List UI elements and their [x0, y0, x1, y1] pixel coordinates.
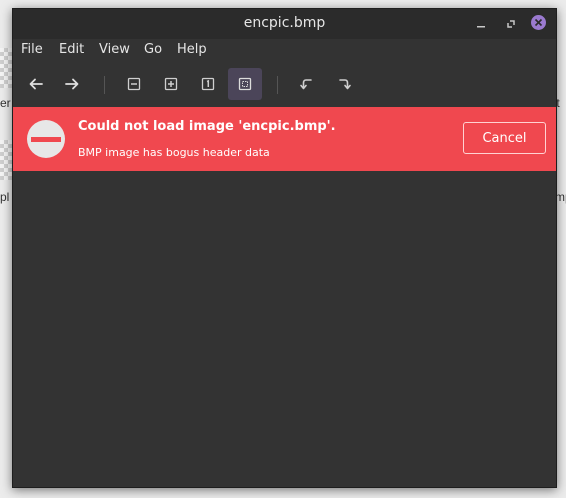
- background-label: er: [0, 96, 11, 110]
- menu-view[interactable]: View: [99, 42, 130, 57]
- zoom-out-icon: [127, 77, 141, 91]
- menu-go[interactable]: Go: [144, 42, 162, 57]
- error-infobar: Could not load image 'encpic.bmp'. BMP i…: [13, 107, 556, 171]
- forward-icon: [65, 78, 79, 90]
- maximize-icon: [507, 20, 515, 28]
- rotate-left-button[interactable]: [290, 68, 324, 100]
- toolbar-separator: [277, 76, 278, 94]
- zoom-fit-icon: [238, 77, 252, 91]
- error-detail: BMP image has bogus header data: [78, 146, 270, 159]
- minimize-button[interactable]: [473, 16, 489, 32]
- error-title: Could not load image 'encpic.bmp'.: [78, 119, 336, 134]
- image-viewer-window: encpic.bmp File Edit View Go Help Could …: [12, 8, 557, 488]
- menu-help[interactable]: Help: [177, 42, 207, 57]
- background-thumbnail: [0, 48, 12, 88]
- zoom-out-button[interactable]: [117, 68, 151, 100]
- menu-bar: File Edit View Go Help: [13, 39, 556, 61]
- rotate-right-button[interactable]: [327, 68, 361, 100]
- image-view-area[interactable]: [13, 171, 556, 487]
- zoom-normal-button[interactable]: [191, 68, 225, 100]
- close-icon: [534, 18, 543, 27]
- forward-button[interactable]: [55, 68, 89, 100]
- rotate-left-icon: [300, 79, 312, 90]
- menu-file[interactable]: File: [21, 42, 43, 57]
- back-icon: [29, 78, 43, 90]
- background-thumbnail: [0, 140, 12, 180]
- close-button[interactable]: [531, 15, 546, 30]
- maximize-button[interactable]: [503, 16, 519, 32]
- zoom-in-icon: [164, 77, 178, 91]
- minimize-icon: [477, 26, 485, 28]
- zoom-in-button[interactable]: [154, 68, 188, 100]
- zoom-normal-icon: [201, 77, 215, 91]
- cancel-button[interactable]: Cancel: [463, 122, 546, 154]
- menu-edit[interactable]: Edit: [59, 42, 84, 57]
- back-button[interactable]: [19, 68, 53, 100]
- titlebar[interactable]: encpic.bmp: [13, 9, 556, 39]
- toolbar-separator: [104, 76, 105, 94]
- rotate-right-icon: [339, 79, 351, 90]
- background-label: pl: [0, 190, 10, 204]
- zoom-fit-button[interactable]: [228, 68, 262, 100]
- error-stop-icon: [27, 120, 65, 158]
- error-stop-bar: [31, 136, 61, 142]
- toolbar: [13, 61, 556, 107]
